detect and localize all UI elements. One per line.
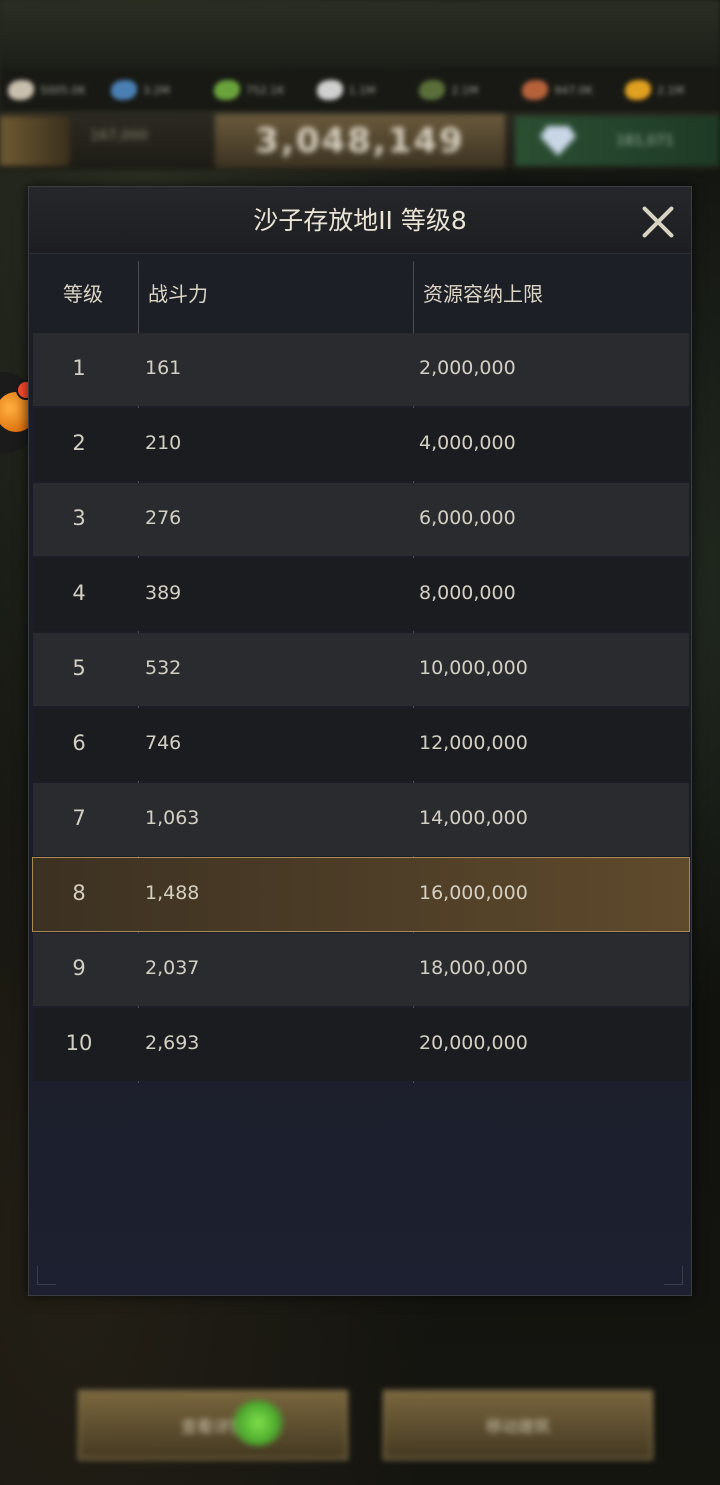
table-row: 1 161 2,000,000 — [33, 333, 689, 406]
resource-leaf[interactable]: 752.1K — [206, 80, 309, 100]
power-cell: 161 — [145, 357, 182, 379]
resource-value: 2.1M — [451, 83, 479, 97]
resource-ore[interactable]: 947.0K — [514, 80, 617, 100]
power-value: 3,048,149 — [215, 114, 505, 168]
table-row: 3 276 6,000,000 — [33, 483, 689, 556]
power-cell: 2,693 — [145, 1032, 200, 1054]
resource-water[interactable]: 3.2M — [103, 80, 206, 100]
gem-value: 181,071 — [616, 133, 674, 149]
resource-bar: 5005.0K 3.2M 752.1K 1.1M 2.1M 947.0K 2.1… — [0, 68, 720, 112]
level-cell: 8 — [72, 881, 86, 905]
resource-meat[interactable]: 5005.0K — [0, 80, 103, 100]
move-building-button[interactable]: 移动建筑 — [383, 1390, 653, 1460]
gold-icon — [625, 80, 652, 100]
meat-icon — [8, 80, 34, 100]
table-row: 2 210 4,000,000 — [33, 408, 689, 481]
power-cell: 389 — [145, 582, 182, 604]
level-cell: 4 — [72, 581, 86, 605]
game-background-top — [0, 0, 720, 70]
gem-counter[interactable]: 181,071 — [515, 116, 720, 166]
level-table[interactable]: 1 161 2,000,000 2 210 4,000,000 3 276 6,… — [32, 333, 690, 1083]
resource-value: 3.2M — [142, 83, 170, 97]
dialog-header: 沙子存放地II 等级8 — [29, 187, 691, 254]
dialog-title: 沙子存放地II 等级8 — [253, 206, 467, 235]
resource-value: 752.1K — [245, 83, 285, 97]
level-cell: 1 — [72, 356, 86, 380]
resource-value: 5005.0K — [40, 83, 86, 97]
column-header-power: 战斗力 — [148, 282, 208, 306]
power-bar: 167,000 3,048,149 181,071 — [0, 112, 720, 170]
level-cell: 3 — [72, 506, 86, 530]
ore-icon — [522, 80, 549, 100]
diamond-icon — [540, 126, 576, 156]
sand-icon — [419, 80, 446, 100]
capacity-cell: 18,000,000 — [419, 957, 528, 979]
water-icon — [110, 80, 137, 100]
close-icon[interactable] — [635, 199, 681, 245]
level-cell: 2 — [72, 431, 86, 455]
resource-value: 2.1M — [657, 83, 685, 97]
capacity-cell: 6,000,000 — [419, 507, 516, 529]
power-cell: 532 — [145, 657, 182, 679]
green-indicator-icon — [230, 1400, 286, 1446]
capacity-cell: 14,000,000 — [419, 807, 528, 829]
stat-small: 167,000 — [90, 128, 148, 144]
power-cell: 746 — [145, 732, 182, 754]
resource-gold[interactable]: 2.1M — [617, 80, 720, 100]
power-cell: 1,488 — [145, 882, 200, 904]
power-cell: 1,063 — [145, 807, 200, 829]
capacity-cell: 2,000,000 — [419, 357, 516, 379]
level-cell: 5 — [72, 656, 86, 680]
leaf-icon — [213, 80, 240, 100]
table-row: 4 389 8,000,000 — [33, 558, 689, 631]
capacity-cell: 16,000,000 — [419, 882, 528, 904]
table-row: 5 532 10,000,000 — [33, 633, 689, 706]
resource-sand[interactable]: 2.1M — [411, 80, 514, 100]
capacity-cell: 4,000,000 — [419, 432, 516, 454]
table-row: 7 1,063 14,000,000 — [33, 783, 689, 856]
resource-stone[interactable]: 1.1M — [309, 80, 412, 100]
details-button[interactable]: 查看详情 — [78, 1390, 348, 1460]
stone-icon — [316, 80, 343, 100]
level-cell: 6 — [72, 731, 86, 755]
level-cell: 10 — [65, 1031, 93, 1055]
level-info-dialog: 沙子存放地II 等级8 等级 战斗力 资源容纳上限 1 161 2,000,00… — [28, 186, 692, 1296]
level-cell: 7 — [72, 806, 86, 830]
capacity-cell: 10,000,000 — [419, 657, 528, 679]
column-header-capacity: 资源容纳上限 — [423, 282, 543, 306]
capacity-cell: 20,000,000 — [419, 1032, 528, 1054]
resource-value: 947.0K — [554, 83, 594, 97]
level-cell: 9 — [72, 956, 86, 980]
power-cell: 276 — [145, 507, 182, 529]
table-row-current: 8 1,488 16,000,000 — [32, 857, 690, 932]
table-row: 10 2,693 20,000,000 — [33, 1008, 689, 1081]
table-header: 等级 战斗力 资源容纳上限 — [33, 261, 689, 331]
power-cell: 2,037 — [145, 957, 200, 979]
back-arrow-icon[interactable] — [0, 116, 70, 166]
table-row: 6 746 12,000,000 — [33, 708, 689, 781]
corner-ornament — [37, 1266, 56, 1285]
capacity-cell: 8,000,000 — [419, 582, 516, 604]
power-cell: 210 — [145, 432, 182, 454]
corner-ornament — [664, 1266, 683, 1285]
capacity-cell: 12,000,000 — [419, 732, 528, 754]
column-header-level: 等级 — [63, 282, 103, 306]
resource-value: 1.1M — [348, 83, 376, 97]
table-row: 9 2,037 18,000,000 — [33, 933, 689, 1006]
